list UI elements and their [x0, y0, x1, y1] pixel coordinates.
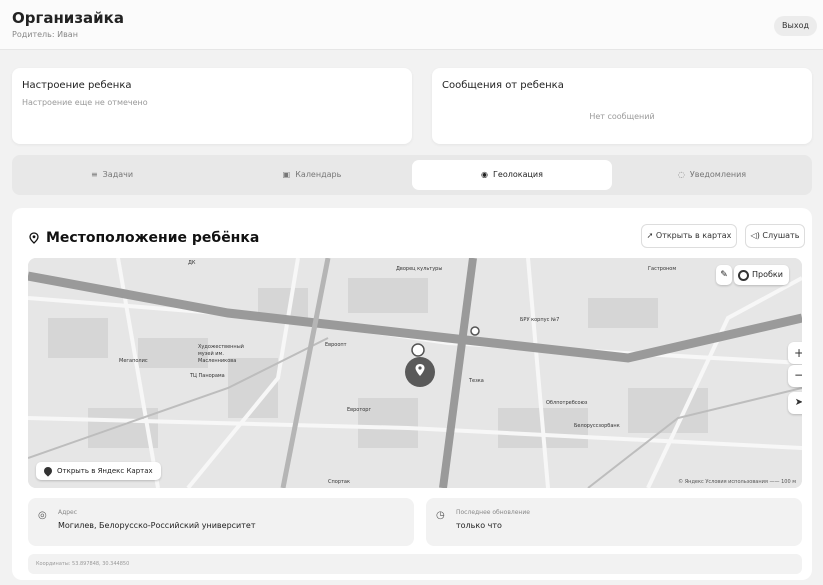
app-header: Организайка Родитель: Иван Выход — [0, 0, 823, 50]
map-copyright: © Яндекс Условия использования —— 100 м — [678, 479, 796, 485]
coordinates-text: Координаты: 53.897848, 30.344850 — [28, 554, 802, 574]
tab-calendar[interactable]: ▣ Календарь — [212, 160, 412, 190]
svg-text:Мегаполис: Мегаполис — [119, 358, 148, 364]
svg-text:Белоруссзорбанк: Белоруссзорбанк — [574, 423, 620, 429]
zoom-in-button[interactable]: + — [788, 342, 802, 364]
address-card: ◎ Адрес Могилев, Белорусско-Российский у… — [28, 498, 414, 546]
navigation-arrow-icon: ➚ — [646, 231, 654, 240]
app-title: Организайка — [12, 9, 124, 27]
pin-outline-icon: ◎ — [38, 510, 47, 521]
map-view[interactable]: ДК Дворец культуры Художественный музей … — [28, 258, 802, 488]
logout-button[interactable]: Выход — [774, 16, 817, 36]
listen-button[interactable]: ◁) Слушать — [745, 224, 805, 248]
address-value: Могилев, Белорусско-Российский университ… — [58, 521, 256, 530]
messages-card: Сообщения от ребенка Нет сообщений — [432, 68, 812, 144]
geolocate-icon[interactable]: ➤ — [788, 392, 802, 414]
svg-text:Облпотребсоюз: Облпотребсоюз — [546, 400, 588, 406]
open-yandex-maps-link[interactable]: Открыть в Яндекс Картах — [36, 462, 161, 480]
location-title: Местоположение ребёнка — [28, 230, 259, 246]
tab-geolocation[interactable]: ◉ Геолокация — [412, 160, 612, 190]
svg-text:Евроторг: Евроторг — [347, 407, 371, 413]
updated-label: Последнее обновление — [456, 509, 530, 516]
updated-card: ◷ Последнее обновление только что — [426, 498, 802, 546]
svg-text:ТЦ Панорама: ТЦ Панорама — [189, 373, 225, 379]
location-panel: Местоположение ребёнка ➚ Открыть в карта… — [12, 208, 812, 580]
tab-bar: ≡ Задачи ▣ Календарь ◉ Геолокация ◌ Уведомле… — [12, 155, 812, 195]
app-subtitle: Родитель: Иван — [12, 30, 78, 39]
svg-text:Евроопт: Евроопт — [325, 342, 347, 348]
svg-text:Дворец культуры: Дворец культуры — [396, 266, 442, 272]
svg-text:БРУ корпус №7: БРУ корпус №7 — [520, 317, 559, 323]
pin-icon: ◉ — [481, 170, 489, 179]
speaker-icon: ◁) — [750, 231, 760, 240]
svg-text:Художественный: Художественный — [198, 343, 244, 350]
open-in-maps-button[interactable]: ➚ Открыть в картах — [641, 224, 737, 248]
zoom-out-button[interactable]: − — [788, 365, 802, 387]
yandex-pin-icon — [42, 465, 54, 477]
bell-icon: ◌ — [677, 170, 685, 179]
svg-text:Гастроном: Гастроном — [648, 266, 676, 272]
mood-title: Настроение ребенка — [22, 80, 132, 91]
clock-icon: ◷ — [436, 510, 445, 521]
svg-text:Спортак: Спортак — [328, 479, 350, 485]
svg-text:музей им.: музей им. — [198, 350, 224, 357]
tab-notifications[interactable]: ◌ Уведомления — [612, 160, 812, 190]
mood-card: Настроение ребенка Настроение еще не отм… — [12, 68, 412, 144]
tab-tasks[interactable]: ≡ Задачи — [12, 160, 212, 190]
messages-empty: Нет сообщений — [589, 112, 655, 121]
ruler-icon[interactable]: ✎ — [716, 265, 732, 285]
calendar-icon: ▣ — [282, 170, 291, 179]
traffic-button[interactable]: Пробки — [734, 265, 789, 285]
address-label: Адрес — [58, 509, 78, 516]
svg-text:Тезка: Тезка — [468, 378, 484, 384]
messages-title: Сообщения от ребенка — [442, 80, 564, 91]
svg-text:Масленникова: Масленникова — [198, 358, 236, 364]
map-canvas: ДК Дворец культуры Художественный музей … — [28, 258, 802, 488]
mood-text: Настроение еще не отмечено — [22, 98, 148, 107]
svg-text:ДК: ДК — [188, 260, 196, 266]
traffic-icon — [738, 269, 749, 281]
list-icon: ≡ — [90, 170, 98, 179]
location-pin-icon — [29, 232, 39, 244]
updated-value: только что — [456, 521, 502, 530]
